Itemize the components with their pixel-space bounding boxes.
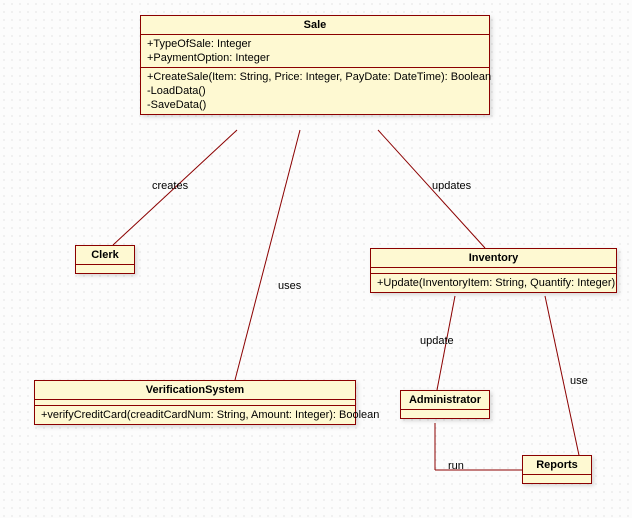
class-sale-ops: +CreateSale(Item: String, Price: Integer… — [141, 68, 489, 114]
sale-op: -SaveData() — [147, 98, 483, 112]
class-inventory[interactable]: Inventory +Update(InventoryItem: String,… — [370, 248, 617, 293]
class-clerk-title: Clerk — [76, 246, 134, 265]
class-sale-title: Sale — [141, 16, 489, 35]
inventory-op: +Update(InventoryItem: String, Quantify:… — [377, 276, 610, 290]
class-admin-empty — [401, 410, 489, 418]
sale-attr: +TypeOfSale: Integer — [147, 37, 483, 51]
class-admin-title: Administrator — [401, 391, 489, 410]
sale-op: -LoadData() — [147, 84, 483, 98]
label-creates: creates — [152, 180, 188, 192]
class-inventory-ops: +Update(InventoryItem: String, Quantify:… — [371, 274, 616, 292]
sale-op: +CreateSale(Item: String, Price: Integer… — [147, 70, 483, 84]
label-update: update — [420, 335, 454, 347]
class-clerk-empty — [76, 265, 134, 273]
class-reports[interactable]: Reports — [522, 455, 592, 484]
class-sale[interactable]: Sale +TypeOfSale: Integer +PaymentOption… — [140, 15, 490, 115]
label-uses: uses — [278, 280, 301, 292]
class-verification[interactable]: VerificationSystem +verifyCreditCard(cre… — [34, 380, 356, 425]
class-reports-title: Reports — [523, 456, 591, 475]
label-updates: updates — [432, 180, 471, 192]
sale-attr: +PaymentOption: Integer — [147, 51, 483, 65]
verification-op: +verifyCreditCard(creaditCardNum: String… — [41, 408, 349, 422]
class-inventory-title: Inventory — [371, 249, 616, 268]
class-clerk[interactable]: Clerk — [75, 245, 135, 274]
label-run: run — [448, 460, 464, 472]
edge-uses — [235, 130, 300, 380]
class-verification-ops: +verifyCreditCard(creaditCardNum: String… — [35, 406, 355, 424]
class-reports-empty — [523, 475, 591, 483]
class-verification-title: VerificationSystem — [35, 381, 355, 400]
class-admin[interactable]: Administrator — [400, 390, 490, 419]
class-sale-attrs: +TypeOfSale: Integer +PaymentOption: Int… — [141, 35, 489, 68]
label-use: use — [570, 375, 588, 387]
